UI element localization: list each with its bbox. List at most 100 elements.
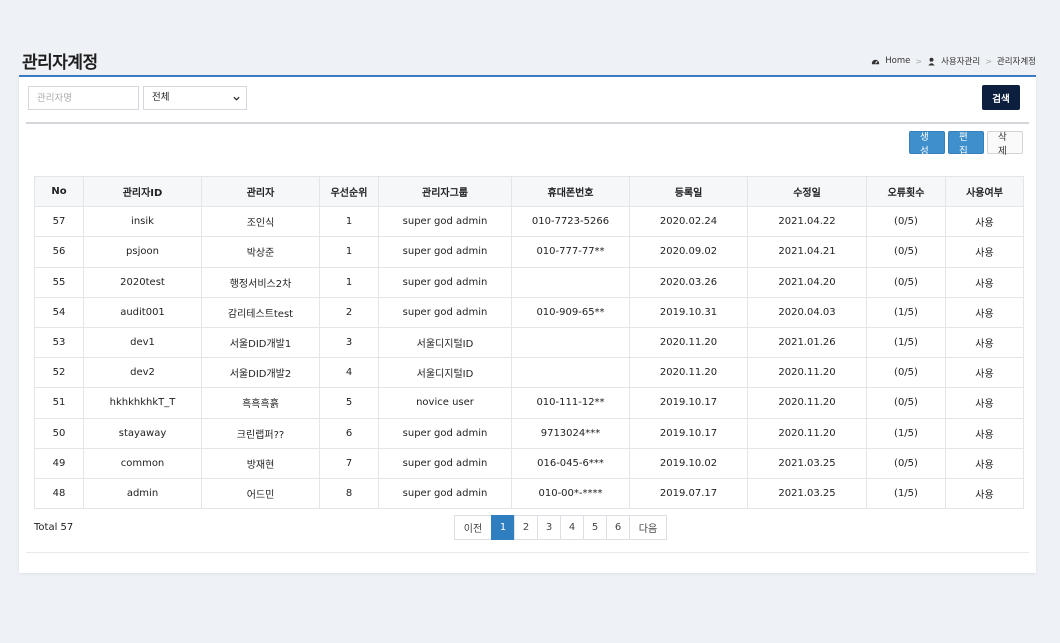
edit-button[interactable]: 편집 bbox=[948, 131, 984, 157]
table-cell: 1 bbox=[319, 206, 379, 238]
table-cell: 53 bbox=[34, 326, 84, 359]
table-cell: 2019.10.31 bbox=[629, 296, 748, 328]
table-cell: 016-045-6*** bbox=[511, 447, 630, 479]
page-button[interactable]: 6 bbox=[606, 515, 630, 540]
page-button[interactable]: 4 bbox=[560, 515, 584, 540]
table-row[interactable]: 48 admin 어드민 8 super god admin 010-00*-**** 20… bbox=[34, 477, 1024, 510]
table-cell: (0/5) bbox=[866, 266, 946, 298]
table-cell: 56 bbox=[34, 236, 84, 268]
table-header-row: No 관리자ID 관리자 우선순위 관리자그룹 휴대폰번호 등록일 수정일 오류횟수 사용여부 bbox=[34, 175, 1024, 208]
table-row[interactable]: 53 dev1 서울DID개발1 3 서울디지털ID 2020.11.20 2021.01.… bbox=[34, 326, 1024, 359]
table-row[interactable]: 50 stayaway 크린랩퍼?? 6 super god admin 9713024*… bbox=[34, 417, 1024, 449]
next-page-button[interactable]: 다음 bbox=[629, 515, 667, 540]
table-cell: 크린랩퍼?? bbox=[201, 417, 320, 449]
table-cell: 사용 bbox=[945, 206, 1024, 238]
page-button[interactable]: 3 bbox=[537, 515, 561, 540]
group-select[interactable]: 전체 bbox=[143, 86, 247, 110]
prev-page-button[interactable]: 이전 bbox=[454, 515, 492, 540]
page-button[interactable]: 5 bbox=[583, 515, 607, 540]
column-header: 관리자 bbox=[201, 175, 320, 208]
column-header: 관리자그룹 bbox=[378, 175, 512, 208]
table-row[interactable]: 51 hkhkhkhkT_T 흑흑흑흙 5 novice user 010-111-12*… bbox=[34, 387, 1024, 419]
breadcrumb-section[interactable]: 사용자관리 bbox=[941, 55, 980, 67]
table-cell: dev1 bbox=[83, 326, 202, 359]
table-row[interactable]: 52 dev2 서울DID개발2 4 서울디지털ID 2020.11.20 2020.11.… bbox=[34, 357, 1024, 389]
column-header: No bbox=[34, 175, 84, 208]
table-cell: 조인식 bbox=[201, 206, 320, 238]
table-cell: 2020.11.20 bbox=[629, 357, 748, 389]
table-cell: 사용 bbox=[945, 417, 1024, 449]
table-cell: 사용 bbox=[945, 326, 1024, 359]
table-cell: (0/5) bbox=[866, 206, 946, 238]
table-cell: audit001 bbox=[83, 296, 202, 328]
table-cell: stayaway bbox=[83, 417, 202, 449]
admin-table: No 관리자ID 관리자 우선순위 관리자그룹 휴대폰번호 등록일 수정일 오류횟수 사용여부 5… bbox=[34, 175, 1024, 510]
table-cell: 010-7723-5266 bbox=[511, 206, 630, 238]
table-cell: 48 bbox=[34, 477, 84, 510]
table-cell bbox=[511, 326, 630, 359]
table-cell: 3 bbox=[319, 326, 379, 359]
table-cell: 2021.04.20 bbox=[747, 266, 867, 298]
table-cell: 2020.03.26 bbox=[629, 266, 748, 298]
table-cell: (0/5) bbox=[866, 357, 946, 389]
table-cell: 57 bbox=[34, 206, 84, 238]
table-cell: 2020.11.20 bbox=[629, 326, 748, 359]
table-row[interactable]: 57 insik 조인식 1 super god admin 010-7723-5266 2… bbox=[34, 206, 1024, 238]
page-button[interactable]: 2 bbox=[514, 515, 538, 540]
table-cell: (0/5) bbox=[866, 447, 946, 479]
table-cell: 2020.09.02 bbox=[629, 236, 748, 268]
table-cell: 2021.04.21 bbox=[747, 236, 867, 268]
table-row[interactable]: 49 common 방재현 7 super god admin 016-045-6*** 2… bbox=[34, 447, 1024, 479]
pagination: 이전 1 2 3 4 5 6 다음 bbox=[454, 515, 667, 540]
column-header: 등록일 bbox=[629, 175, 748, 208]
table-cell: 2020.11.20 bbox=[747, 387, 867, 419]
table-cell: 2020.04.03 bbox=[747, 296, 867, 328]
table-row[interactable]: 56 psjoon 박상준 1 super god admin 010-777-77** 2… bbox=[34, 236, 1024, 268]
table-cell: super god admin bbox=[378, 296, 512, 328]
table-cell: 감리테스트test bbox=[201, 296, 320, 328]
table-cell: insik bbox=[83, 206, 202, 238]
table-cell: 7 bbox=[319, 447, 379, 479]
table-row[interactable]: 54 audit001 감리테스트test 2 super god admin 010-9… bbox=[34, 296, 1024, 328]
page-button[interactable]: 1 bbox=[491, 515, 515, 540]
table-row[interactable]: 55 2020test 행정서비스2차 1 super god admin 2020.03… bbox=[34, 266, 1024, 298]
table-cell: 2021.01.26 bbox=[747, 326, 867, 359]
admin-name-input[interactable] bbox=[28, 86, 139, 110]
table-cell: 54 bbox=[34, 296, 84, 328]
table-cell: 2 bbox=[319, 296, 379, 328]
table-cell: super god admin bbox=[378, 417, 512, 449]
table-cell: 010-777-77** bbox=[511, 236, 630, 268]
table-cell: (1/5) bbox=[866, 417, 946, 449]
column-header: 관리자ID bbox=[83, 175, 202, 208]
search-button[interactable]: 검색 bbox=[982, 85, 1020, 110]
table-cell: 사용 bbox=[945, 387, 1024, 419]
table-cell: 1 bbox=[319, 266, 379, 298]
dashboard-icon bbox=[872, 59, 880, 64]
breadcrumb-separator: > bbox=[985, 56, 992, 66]
table-cell: 6 bbox=[319, 417, 379, 449]
table-cell: 4 bbox=[319, 357, 379, 389]
table-cell: 5 bbox=[319, 387, 379, 419]
table-cell: 52 bbox=[34, 357, 84, 389]
table-cell: 서울디지털ID bbox=[378, 357, 512, 389]
table-cell: hkhkhkhkT_T bbox=[83, 387, 202, 419]
table-cell: 50 bbox=[34, 417, 84, 449]
column-header: 사용여부 bbox=[945, 175, 1024, 208]
table-cell: 사용 bbox=[945, 236, 1024, 268]
content-panel: 전체 검색 생성 편집 삭제 No관리자ID관리자우선순위관리자그룹휴대폰번호등… bbox=[19, 75, 1036, 573]
table-cell: 2021.03.25 bbox=[747, 447, 867, 479]
create-button[interactable]: 생성 bbox=[909, 131, 945, 157]
table-cell: 사용 bbox=[945, 357, 1024, 389]
table-cell: 행정서비스2차 bbox=[201, 266, 320, 298]
table-cell: 2020test bbox=[83, 266, 202, 298]
column-header: 오류횟수 bbox=[866, 175, 946, 208]
table-cell: novice user bbox=[378, 387, 512, 419]
table-cell: (1/5) bbox=[866, 326, 946, 359]
table-cell: (1/5) bbox=[866, 477, 946, 510]
divider bbox=[26, 122, 1029, 124]
table-cell: (1/5) bbox=[866, 296, 946, 328]
table-cell: 49 bbox=[34, 447, 84, 479]
breadcrumb-home[interactable]: Home bbox=[885, 56, 910, 66]
delete-button[interactable]: 삭제 bbox=[987, 131, 1023, 157]
table-cell: 55 bbox=[34, 266, 84, 298]
